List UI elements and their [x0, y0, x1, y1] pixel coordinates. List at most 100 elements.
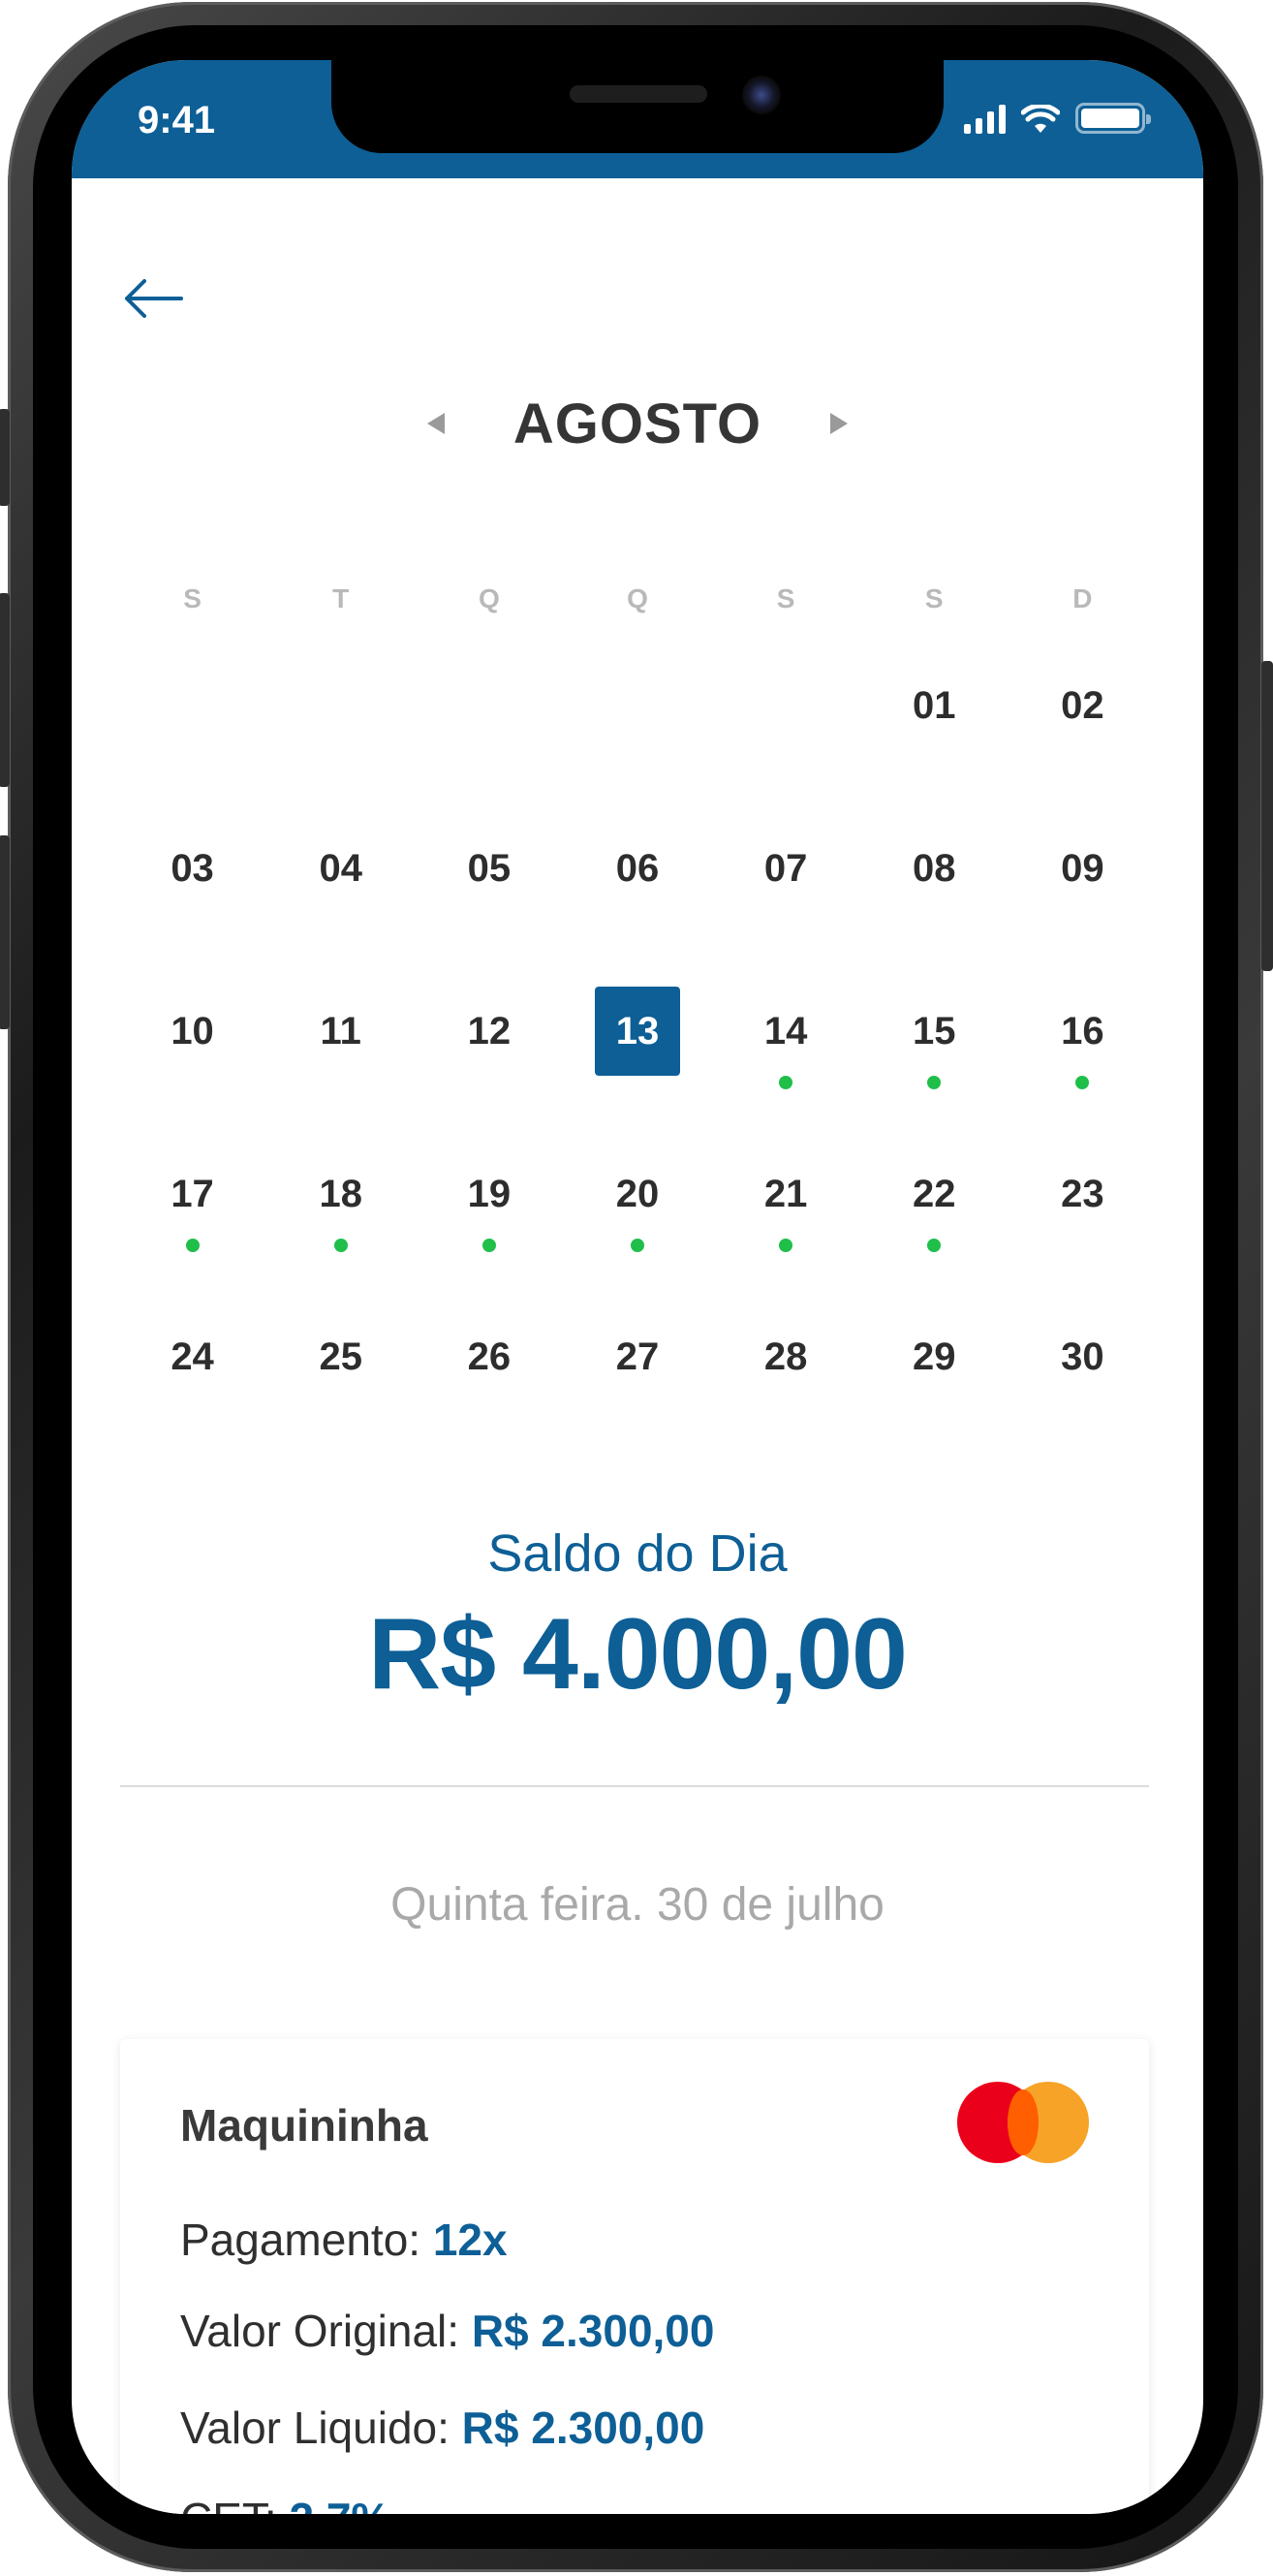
day-number: 24 — [171, 1335, 214, 1378]
status-bar: 9:41 — [72, 60, 1203, 178]
day-number: 19 — [467, 1173, 512, 1215]
event-dot — [927, 1239, 942, 1252]
transaction-title: Maquininha — [180, 2100, 428, 2151]
calendar-empty-cell — [563, 614, 711, 777]
wifi-icon — [1021, 105, 1060, 133]
calendar-day-09[interactable]: 09 — [1009, 777, 1157, 940]
day-number: 27 — [615, 1335, 660, 1378]
calendar-day-22[interactable]: 22 — [860, 1103, 1009, 1266]
date-heading: Quinta feira. 30 de julho — [390, 1879, 885, 1931]
net-value-amount: R$ 2.300,00 — [461, 2403, 705, 2453]
day-number: 16 — [1061, 1010, 1104, 1052]
day-number: 10 — [171, 1010, 214, 1052]
calendar-day-19[interactable]: 19 — [415, 1103, 563, 1266]
side-button-volume-up — [0, 593, 10, 787]
calendar-day-14[interactable]: 14 — [712, 940, 860, 1103]
calendar-day-17[interactable]: 17 — [118, 1103, 266, 1266]
notch — [331, 60, 944, 153]
calendar-day-05[interactable]: 05 — [415, 777, 563, 940]
arrow-left-icon — [125, 279, 183, 318]
calendar-day-23[interactable]: 23 — [1009, 1103, 1157, 1266]
calendar-day-21[interactable]: 21 — [712, 1103, 860, 1266]
calendar-week: 24 25 26 27 28 29 30 — [72, 1266, 1203, 1429]
day-number: 01 — [913, 684, 956, 727]
event-dot — [927, 1076, 942, 1089]
calendar-day-10[interactable]: 10 — [118, 940, 266, 1103]
calendar-day-11[interactable]: 11 — [266, 940, 415, 1103]
status-time: 9:41 — [138, 99, 216, 141]
day-number: 21 — [763, 1173, 808, 1215]
weekday-label: S — [776, 583, 795, 613]
event-dot — [185, 1239, 200, 1252]
calendar-day-28[interactable]: 28 — [712, 1266, 860, 1429]
side-button-volume-down — [0, 835, 10, 1029]
calendar-week: 01 02 — [72, 614, 1203, 777]
calendar-day-02[interactable]: 02 — [1009, 614, 1157, 777]
calendar-day-13[interactable]: 13 — [563, 940, 711, 1103]
screen: 9:41 AGOSTO S T Q Q S S D 01 02 03 04 05… — [72, 60, 1203, 2514]
calendar-grid: S T Q Q S S D 01 02 03 04 05 06 07 08 09 10 11 12 13… — [72, 583, 1203, 1429]
day-number: 18 — [319, 1173, 362, 1215]
day-number: 23 — [1061, 1173, 1104, 1215]
side-button-power — [1261, 661, 1273, 971]
calendar-day-07[interactable]: 07 — [712, 777, 860, 940]
month-title: AGOSTO — [512, 392, 762, 456]
calendar-day-20[interactable]: 20 — [563, 1103, 711, 1266]
original-value-label: Valor Original: — [180, 2306, 472, 2356]
day-number: 22 — [913, 1173, 956, 1215]
next-month-button[interactable] — [820, 404, 858, 443]
original-value-row: Valor Original: R$ 2.300,00 — [180, 2305, 714, 2357]
payment-label: Pagamento: — [180, 2215, 433, 2265]
calendar-day-29[interactable]: 29 — [860, 1266, 1009, 1429]
net-value-label: Valor Liquido: — [180, 2403, 462, 2453]
previous-month-button[interactable] — [417, 404, 455, 443]
battery-icon — [1075, 103, 1151, 134]
calendar-day-03[interactable]: 03 — [118, 777, 266, 940]
payment-row: Pagamento: 12x — [180, 2214, 508, 2266]
payment-value: 12x — [432, 2215, 508, 2265]
original-value-amount: R$ 2.300,00 — [471, 2306, 715, 2356]
day-number: 26 — [467, 1335, 512, 1378]
calendar-day-27[interactable]: 27 — [563, 1266, 711, 1429]
calendar-day-04[interactable]: 04 — [266, 777, 415, 940]
event-dot — [481, 1239, 496, 1252]
calendar-day-16[interactable]: 16 — [1009, 940, 1157, 1103]
cellular-signal-icon — [964, 105, 1006, 134]
day-number: 12 — [467, 1010, 512, 1052]
weekday-header: S T Q Q S S D — [72, 583, 1203, 614]
weekday-label: S — [183, 583, 202, 613]
back-button[interactable] — [114, 267, 192, 330]
calendar-empty-cell — [266, 614, 415, 777]
calendar-weeks: 01 02 03 04 05 06 07 08 09 10 11 12 13 14 15 16 17 18 19 20… — [72, 614, 1203, 1429]
caret-left-icon — [426, 413, 445, 434]
calendar-day-01[interactable]: 01 — [860, 614, 1009, 777]
balance-value: R$ 4.000,00 — [368, 1598, 908, 1711]
day-number: 30 — [1061, 1335, 1104, 1378]
weekday-label: Q — [627, 583, 648, 613]
calendar-day-12[interactable]: 12 — [415, 940, 563, 1103]
weekday-label: D — [1072, 583, 1093, 613]
calendar-day-25[interactable]: 25 — [266, 1266, 415, 1429]
day-number: 20 — [615, 1173, 660, 1215]
cet-value: 2,7% — [289, 2494, 390, 2514]
calendar-week: 17 18 19 20 21 22 23 — [72, 1103, 1203, 1266]
day-number: 04 — [319, 847, 362, 890]
cet-label: CET: — [180, 2494, 289, 2514]
mastercard-icon — [957, 2082, 1089, 2163]
calendar-day-24[interactable]: 24 — [118, 1266, 266, 1429]
transaction-card[interactable]: Maquininha Pagamento: 12x Valor Original… — [120, 2039, 1149, 2514]
calendar-week: 03 04 05 06 07 08 09 — [72, 777, 1203, 940]
day-number: 02 — [1061, 684, 1104, 727]
side-button-silent — [0, 409, 10, 506]
calendar-day-26[interactable]: 26 — [415, 1266, 563, 1429]
calendar-day-18[interactable]: 18 — [266, 1103, 415, 1266]
front-camera — [742, 76, 781, 114]
day-number: 28 — [763, 1335, 808, 1378]
calendar-day-30[interactable]: 30 — [1009, 1266, 1157, 1429]
calendar-day-06[interactable]: 06 — [563, 777, 711, 940]
caret-right-icon — [830, 413, 849, 434]
event-dot — [779, 1076, 793, 1089]
calendar-day-15[interactable]: 15 — [860, 940, 1009, 1103]
status-icons — [964, 103, 1151, 134]
calendar-day-08[interactable]: 08 — [860, 777, 1009, 940]
